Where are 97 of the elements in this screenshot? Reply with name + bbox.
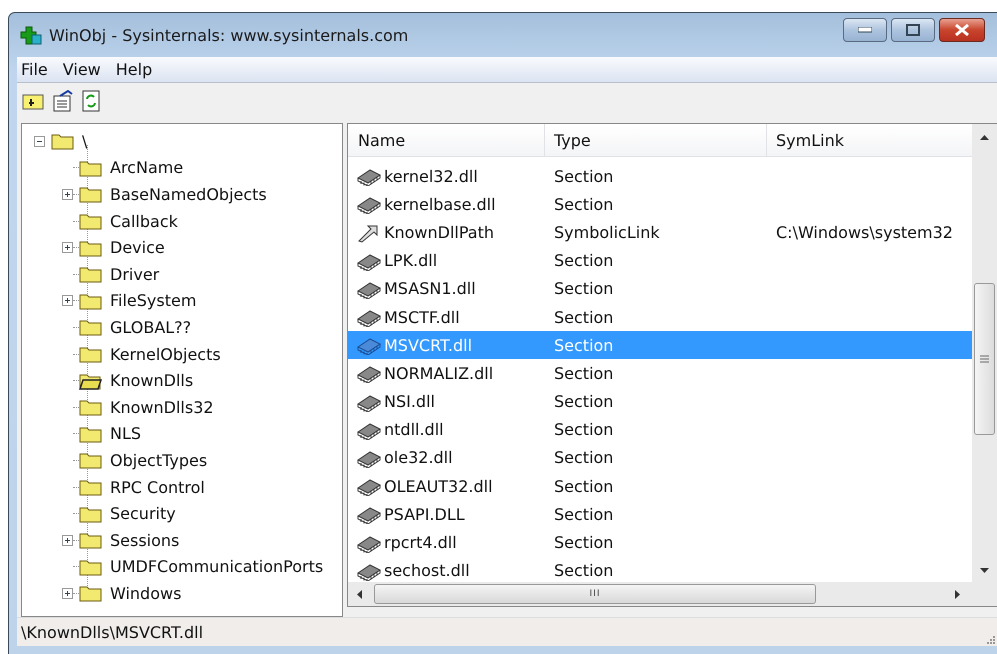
list-row[interactable]: MSASN1.dll Section: [348, 274, 972, 303]
type-cell-text: Section: [553, 251, 614, 270]
name-cell: LPK.dll: [384, 251, 438, 270]
type-cell-text: Section: [553, 308, 614, 327]
type-cell-text: Section: [553, 336, 614, 355]
list-row[interactable]: kernel32.dll Section: [348, 162, 972, 190]
tree-item[interactable]: UMDFCommunicationPorts: [110, 557, 324, 576]
list-row[interactable]: MSCTF.dll Section: [348, 302, 972, 332]
name-cell: MSCTF.dll: [384, 308, 460, 327]
type-cell-text: Section: [553, 420, 614, 440]
list-row[interactable]: sechost.dll Section: [348, 556, 972, 582]
name-cell: OLEAUT32.dll: [384, 476, 493, 496]
tree-item[interactable]: Windows: [110, 584, 182, 603]
tree-item[interactable]: Driver: [110, 264, 160, 284]
list-row[interactable]: kernelbase.dll Section: [348, 190, 972, 218]
name-cell: NORMALIZ.dll: [384, 364, 494, 383]
scroll-up-icon[interactable]: [980, 134, 989, 140]
column-header[interactable]: Type: [545, 124, 767, 156]
type-cell-text: Section: [553, 166, 614, 186]
tree-item[interactable]: ObjectTypes: [110, 450, 208, 470]
folder-up-icon[interactable]: [22, 92, 44, 110]
type-cell-text: Section: [553, 448, 614, 468]
name-cell: KnownDllPath: [384, 222, 494, 242]
collapse-icon[interactable]: [34, 136, 45, 147]
tree-item[interactable]: ArcName: [110, 158, 184, 178]
name-cell: kernelbase.dll: [384, 194, 496, 214]
type-cell-text: Section: [553, 364, 614, 383]
tree-item[interactable]: GLOBAL??: [110, 318, 192, 337]
window-title: WinObj - Sysinternals: www.sysinternals.com: [49, 26, 408, 44]
maximize-button[interactable]: [891, 18, 935, 42]
column-header[interactable]: Name: [348, 124, 545, 156]
horizontal-scrollbar[interactable]: III: [348, 582, 997, 606]
scroll-right-icon[interactable]: [955, 590, 961, 598]
list-row[interactable]: NORMALIZ.dll Section: [348, 359, 972, 388]
puzzle-icon: [19, 24, 43, 46]
name-cell: NSI.dll: [384, 392, 435, 412]
name-cell: kernel32.dll: [384, 166, 478, 186]
close-button[interactable]: [939, 18, 985, 42]
tree-item[interactable]: \: [82, 132, 88, 151]
tree-item[interactable]: KernelObjects: [110, 344, 221, 364]
name-cell: ole32.dll: [384, 448, 453, 468]
type-cell-text: SymbolicLink: [553, 222, 661, 242]
refresh-icon[interactable]: [82, 90, 100, 112]
expand-icon[interactable]: [62, 534, 73, 546]
list-row[interactable]: rpcrt4.dll Section: [348, 528, 972, 557]
tree-item[interactable]: NLS: [110, 424, 142, 444]
name-cell: MSVCRT.dll: [384, 336, 472, 355]
folder-icon: [51, 132, 74, 150]
expand-icon[interactable]: [62, 588, 73, 599]
scroll-down-icon[interactable]: [980, 568, 989, 574]
list-row[interactable]: KnownDllPath SymbolicLink C:\Windows\system32: [348, 218, 972, 247]
tree-item[interactable]: Security: [110, 504, 176, 524]
expand-icon[interactable]: [62, 242, 73, 254]
list-row[interactable]: ntdll.dll Section: [348, 416, 972, 444]
type-cell-text: Section: [553, 504, 614, 524]
minimize-icon: [858, 27, 872, 33]
list-row[interactable]: LPK.dll Section: [348, 246, 972, 275]
type-cell-text: Section: [553, 533, 614, 552]
list-row[interactable]: NSI.dll Section: [348, 388, 972, 416]
list-row[interactable]: ole32.dll Section: [348, 444, 972, 472]
minimize-button[interactable]: [843, 18, 887, 42]
type-cell-text: Section: [553, 561, 614, 580]
type-cell-text: Section: [553, 392, 614, 412]
tree-item[interactable]: Callback: [110, 212, 178, 231]
list-row[interactable]: OLEAUT32.dll Section: [348, 472, 972, 500]
status-path: \KnownDlls\MSVCRT.dll: [21, 622, 204, 642]
tree-item[interactable]: KnownDlls32: [110, 398, 214, 417]
tree-item[interactable]: KnownDlls: [110, 371, 194, 390]
column-header[interactable]: SymLink: [767, 124, 972, 156]
scrollbar-thumb[interactable]: III: [374, 584, 816, 604]
name-cell: ntdll.dll: [384, 420, 444, 440]
maximize-icon: [906, 24, 920, 36]
menu-item[interactable]: File: [17, 60, 59, 79]
expand-icon[interactable]: [62, 188, 73, 200]
type-cell-text: Section: [553, 279, 614, 298]
tree-item[interactable]: Sessions: [110, 530, 180, 550]
scroll-left-icon[interactable]: [356, 590, 362, 598]
vertical-scrollbar[interactable]: [972, 124, 997, 582]
symlink-cell-text: C:\Windows\system32: [775, 222, 953, 242]
expand-icon[interactable]: [62, 295, 73, 306]
scrollbar-thumb[interactable]: [974, 283, 995, 435]
tree-item[interactable]: RPC Control: [110, 478, 205, 497]
close-icon: [954, 24, 970, 36]
name-cell: PSAPI.DLL: [384, 504, 465, 524]
tree-item[interactable]: BaseNamedObjects: [110, 184, 267, 204]
tree-item[interactable]: FileSystem: [110, 291, 196, 310]
tree-item[interactable]: Device: [110, 238, 165, 258]
menu-item[interactable]: View: [58, 60, 112, 79]
list-row[interactable]: PSAPI.DLL Section: [348, 500, 972, 528]
name-cell: sechost.dll: [384, 561, 470, 580]
name-cell: MSASN1.dll: [384, 279, 476, 298]
menu-item[interactable]: Help: [112, 60, 164, 79]
name-cell: rpcrt4.dll: [384, 533, 457, 552]
type-cell-text: Section: [553, 476, 614, 496]
type-cell-text: Section: [553, 194, 614, 214]
properties-icon[interactable]: [52, 90, 74, 112]
resize-grip-icon[interactable]: [985, 634, 995, 644]
